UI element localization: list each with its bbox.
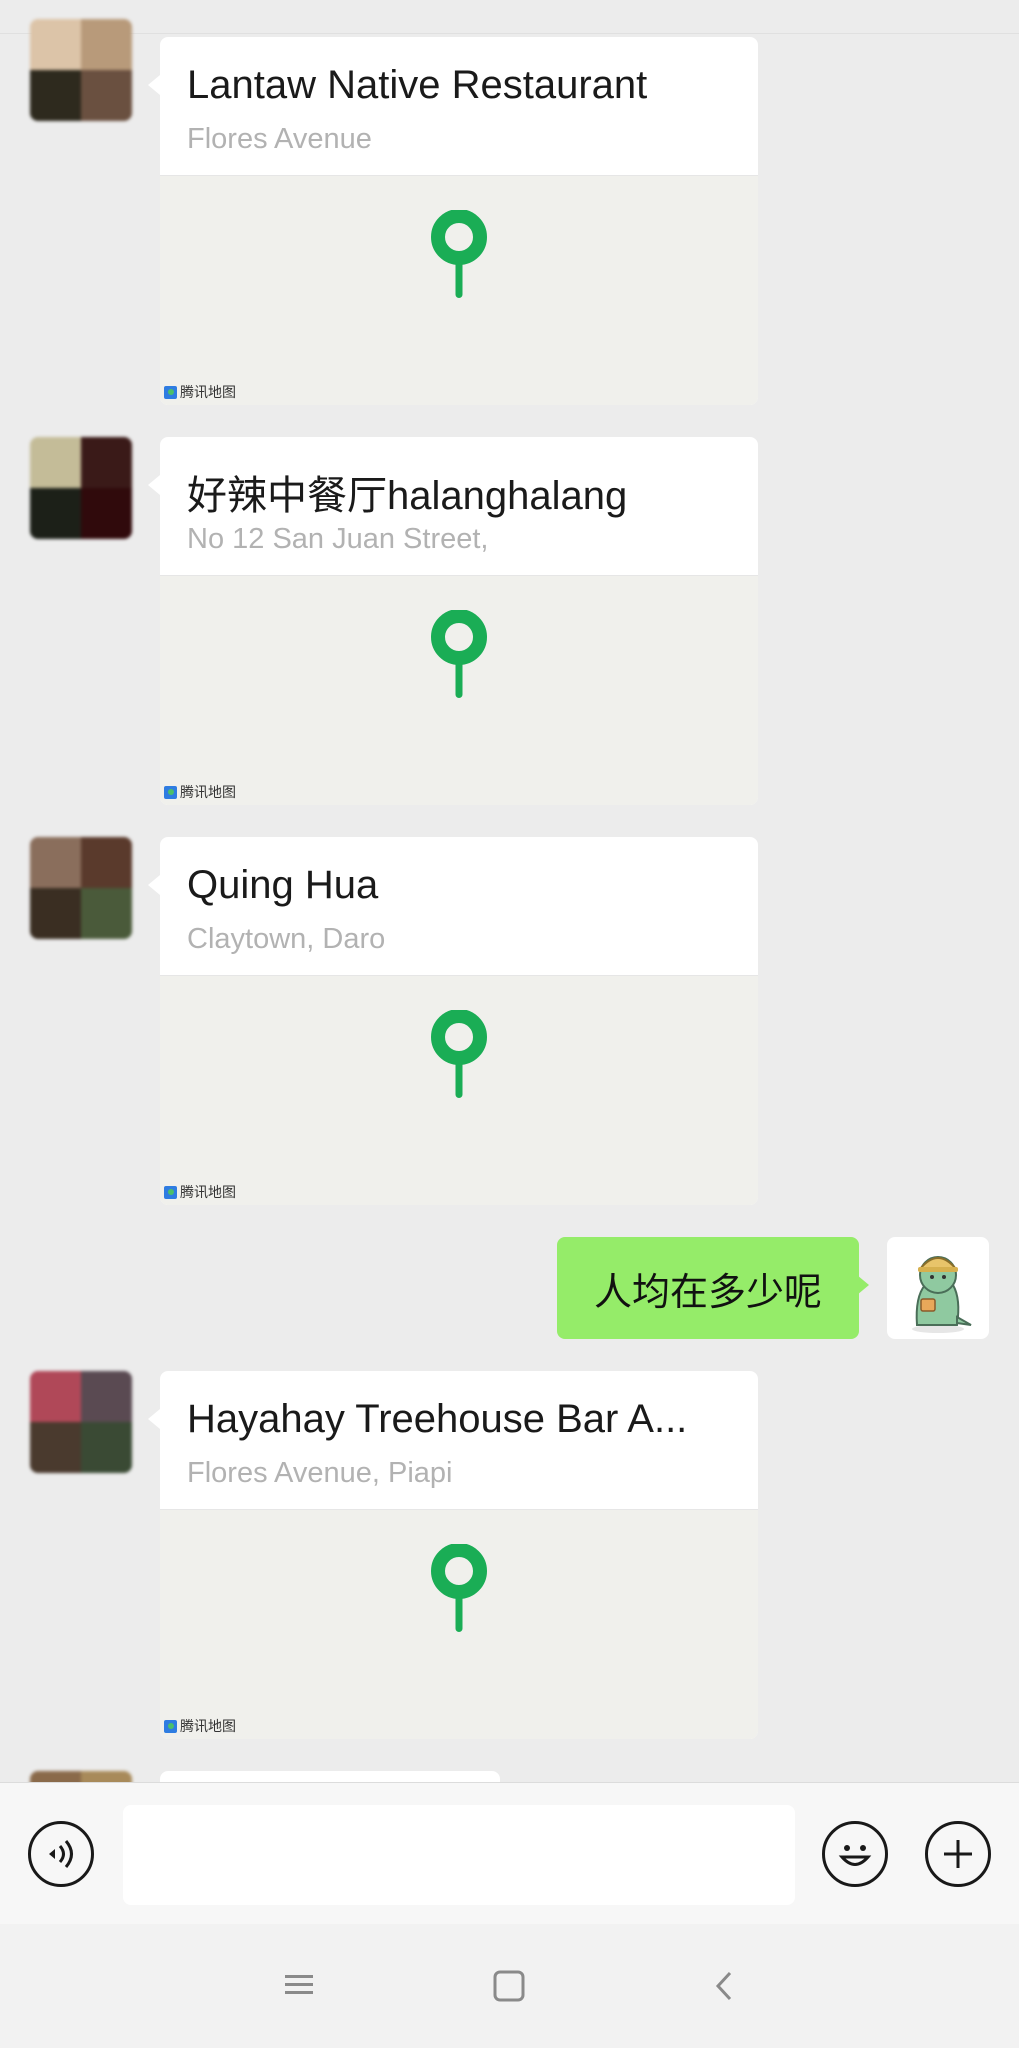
map-brand-label: 腾讯地图 <box>180 1719 236 1735</box>
location-address: Flores Avenue <box>187 123 372 155</box>
tencent-map-icon <box>164 785 177 799</box>
avatar[interactable] <box>30 19 132 121</box>
back-icon[interactable] <box>708 1969 740 2003</box>
map-brand-logo: 腾讯地图 <box>164 1716 236 1736</box>
avatar[interactable] <box>30 437 132 539</box>
location-card[interactable]: Hayahay Treehouse Bar A... Flores Avenue… <box>160 1371 758 1739</box>
location-title: Quing Hua <box>187 863 379 907</box>
location-card[interactable] <box>160 1771 500 1782</box>
more-button[interactable] <box>925 1821 991 1887</box>
map-brand-label: 腾讯地图 <box>180 785 236 801</box>
voice-input-icon <box>49 1840 73 1868</box>
location-title: Lantaw Native Restaurant <box>187 63 648 107</box>
map-pin-icon <box>431 1010 487 1098</box>
tencent-map-icon <box>164 1185 177 1199</box>
emoji-button[interactable] <box>822 1821 888 1887</box>
location-address: No 12 San Juan Street, <box>187 523 489 555</box>
avatar[interactable] <box>30 837 132 939</box>
map-brand-logo: 腾讯地图 <box>164 1182 236 1202</box>
map-preview[interactable]: 腾讯地图 <box>160 575 758 805</box>
plus-icon <box>944 1840 972 1868</box>
location-title: Hayahay Treehouse Bar A... <box>187 1397 688 1441</box>
map-preview[interactable]: 腾讯地图 <box>160 975 758 1205</box>
map-brand-label: 腾讯地图 <box>180 385 236 401</box>
location-card[interactable]: Lantaw Native Restaurant Flores Avenue 腾… <box>160 37 758 405</box>
avatar[interactable] <box>30 1771 132 1782</box>
menu-icon[interactable] <box>283 1969 315 2001</box>
avatar[interactable] <box>30 1371 132 1473</box>
map-pin-icon <box>431 1544 487 1632</box>
chat-message-list[interactable]: Lantaw Native Restaurant Flores Avenue 腾… <box>0 0 1019 1782</box>
map-pin-icon <box>431 610 487 698</box>
system-nav-bar <box>0 1924 1019 2048</box>
message-input-bar <box>0 1782 1019 1925</box>
tencent-map-icon <box>164 1719 177 1733</box>
dinosaur-avatar-icon <box>912 1256 972 1333</box>
location-address: Claytown, Daro <box>187 923 386 955</box>
map-pin-icon <box>431 210 487 298</box>
map-brand-logo: 腾讯地图 <box>164 382 236 402</box>
map-brand-label: 腾讯地图 <box>180 1185 236 1201</box>
map-brand-logo: 腾讯地图 <box>164 782 236 802</box>
message-text: 人均在多少呢 <box>593 1269 822 1314</box>
location-card[interactable]: Quing Hua Claytown, Daro 腾讯地图 <box>160 837 758 1205</box>
map-preview[interactable]: 腾讯地图 <box>160 175 758 405</box>
tencent-map-icon <box>164 385 177 399</box>
message-text-input[interactable] <box>123 1805 795 1905</box>
location-title: 好辣中餐厅halanghalang <box>187 474 628 518</box>
home-icon[interactable] <box>492 1969 526 2003</box>
voice-button[interactable] <box>28 1821 94 1887</box>
emoji-icon <box>838 1845 872 1866</box>
my-text-bubble[interactable]: 人均在多少呢 <box>557 1237 859 1339</box>
map-preview[interactable]: 腾讯地图 <box>160 1509 758 1739</box>
my-avatar[interactable] <box>887 1237 989 1339</box>
location-card[interactable]: 好辣中餐厅halanghalang No 12 San Juan Street,… <box>160 437 758 805</box>
location-address: Flores Avenue, Piapi <box>187 1457 453 1489</box>
